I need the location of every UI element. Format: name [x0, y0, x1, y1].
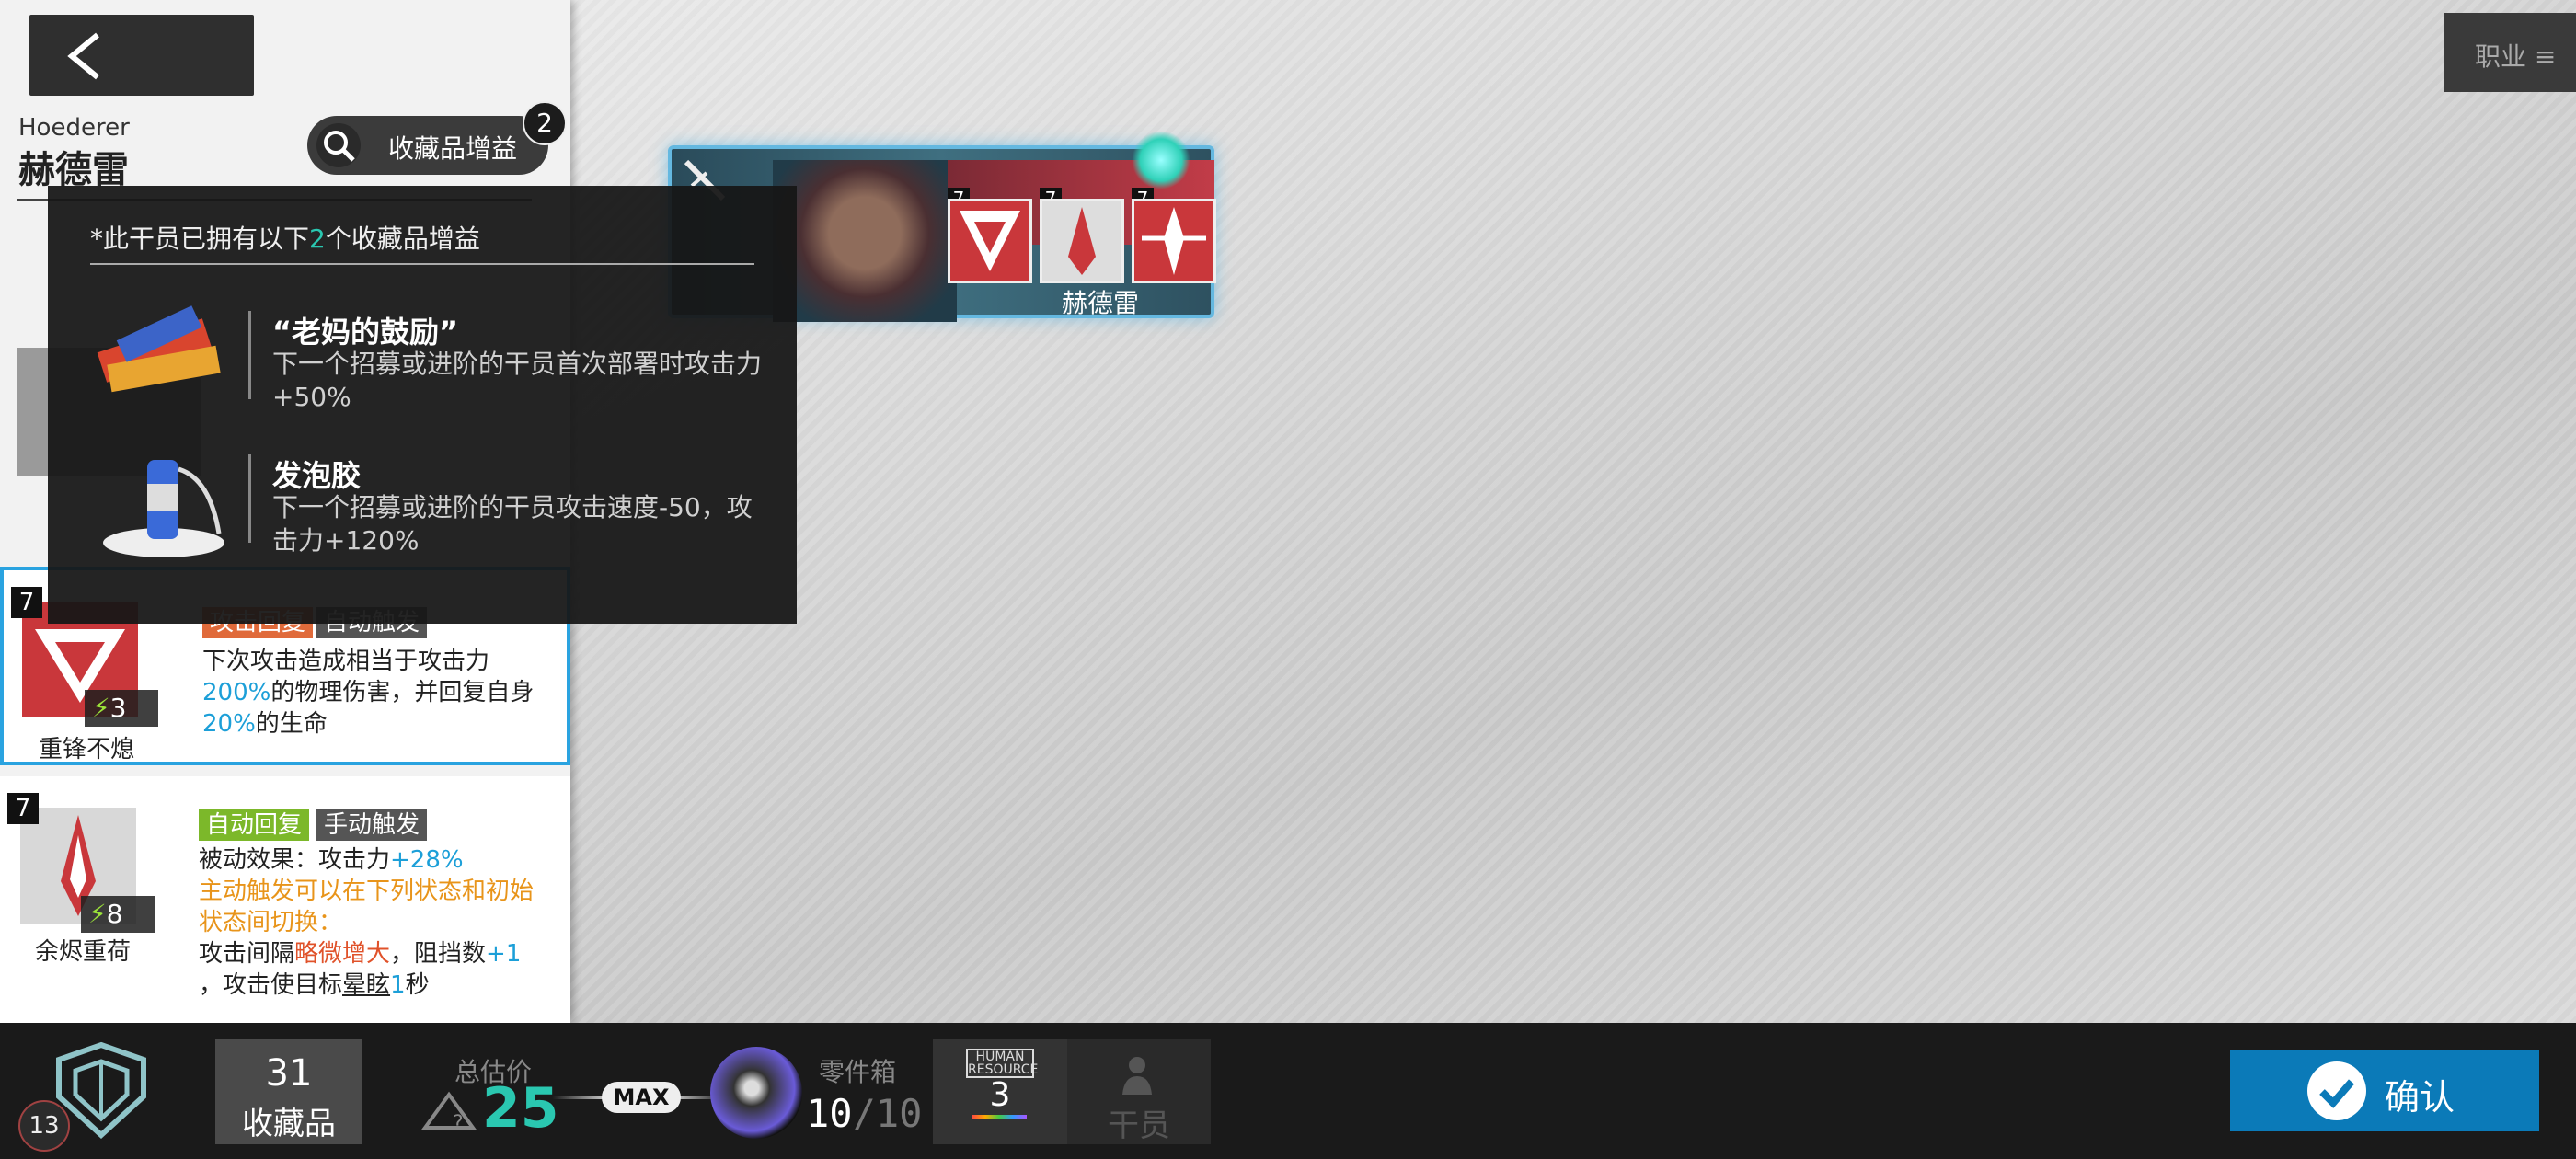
- mini-skill-icon-2: [1040, 199, 1124, 283]
- skill-sp-cost: ⚡8: [81, 896, 155, 933]
- foam-can-relic-icon: [90, 442, 228, 557]
- relic-name: “老妈的鼓励”: [272, 315, 459, 350]
- orb-icon: [710, 1047, 802, 1139]
- lightning-icon: ⚡: [88, 899, 107, 929]
- skill-level: 7: [11, 587, 42, 618]
- skill-row-2[interactable]: 7 ⚡8 余烬重荷 自动回复 手动触发 被动效果：攻击力+28% 主动触发可以在…: [0, 776, 570, 1023]
- skill-description: 被动效果：攻击力+28% 主动触发可以在下列状态和初始状态间切换： 攻击间隔略微…: [199, 846, 535, 999]
- operators-label: 干员: [1108, 1107, 1170, 1144]
- collectibles-count: 31: [265, 1052, 313, 1095]
- operator-name-en: Hoederer: [18, 114, 130, 142]
- candy-relic-icon: [90, 298, 228, 408]
- skill-tag: 自动回复: [199, 809, 310, 841]
- skill-name: 重锋不熄: [38, 736, 134, 763]
- collectible-bonus-button[interactable]: 收藏品增益: [307, 116, 548, 175]
- mini-skill-icon-1: [948, 199, 1032, 283]
- triangle-value-icon: ?: [421, 1091, 477, 1131]
- skill-name: 余烬重荷: [34, 938, 131, 966]
- lightning-icon: ⚡: [92, 693, 110, 723]
- skill-tag: 手动触发: [316, 809, 428, 841]
- skill-sp-cost: ⚡3: [85, 690, 158, 727]
- relic-divider: [248, 454, 251, 543]
- skill-description: 下次攻击造成相当于攻击力200%的物理伤害，并回复自身20%的生命: [202, 648, 535, 738]
- search-icon: [316, 123, 361, 167]
- skill-level: 7: [7, 793, 39, 824]
- total-value: 25: [482, 1076, 559, 1141]
- back-button[interactable]: [29, 15, 254, 96]
- recruit-ticket-title: HUMAN RESOURCE: [966, 1049, 1039, 1078]
- bottom-bar: [0, 1023, 2576, 1159]
- check-icon: [2307, 1061, 2366, 1120]
- collectible-bonus-count: 2: [523, 101, 567, 145]
- confirm-label: 确认: [2385, 1077, 2455, 1118]
- class-filter-button[interactable]: 职业 ≡: [2444, 13, 2576, 92]
- gem-icon: [1132, 131, 1190, 189]
- svg-text:?: ?: [453, 1112, 464, 1131]
- recruit-ticket-count: 3: [989, 1076, 1011, 1114]
- max-badge: MAX: [602, 1082, 681, 1113]
- relic-divider: [248, 311, 251, 399]
- confirm-button[interactable]: 确认: [2230, 1050, 2539, 1131]
- operator-portrait: [773, 160, 957, 322]
- chevron-left-icon: [67, 32, 99, 80]
- tooltip-title: *此干员已拥有以下2个收藏品增益: [90, 224, 480, 254]
- collectible-bonus-tooltip: *此干员已拥有以下2个收藏品增益 “老妈的鼓励” 下一个招募或进阶的干员首次部署…: [48, 186, 797, 624]
- relic-description: 下一个招募或进阶的干员攻击速度-50，攻击力+120%: [272, 492, 753, 556]
- ticket-stripe: [972, 1115, 1027, 1119]
- mini-skill-icon-3: [1132, 199, 1216, 283]
- parts-box-value: 10/10: [806, 1091, 923, 1136]
- collectibles-label: 收藏品: [242, 1106, 336, 1142]
- relic-name: 发泡胶: [272, 458, 362, 493]
- level-badge: 13: [18, 1100, 70, 1152]
- relic-description: 下一个招募或进阶的干员首次部署时攻击力+50%: [272, 349, 763, 412]
- class-filter-label: 职业 ≡: [2475, 41, 2557, 72]
- operator-icon: [1122, 1057, 1152, 1095]
- divider: [90, 263, 754, 265]
- parts-box-label: 零件箱: [819, 1057, 897, 1087]
- collectible-bonus-label: 收藏品增益: [388, 133, 518, 164]
- operator-card-name: 赫德雷: [1061, 288, 1139, 318]
